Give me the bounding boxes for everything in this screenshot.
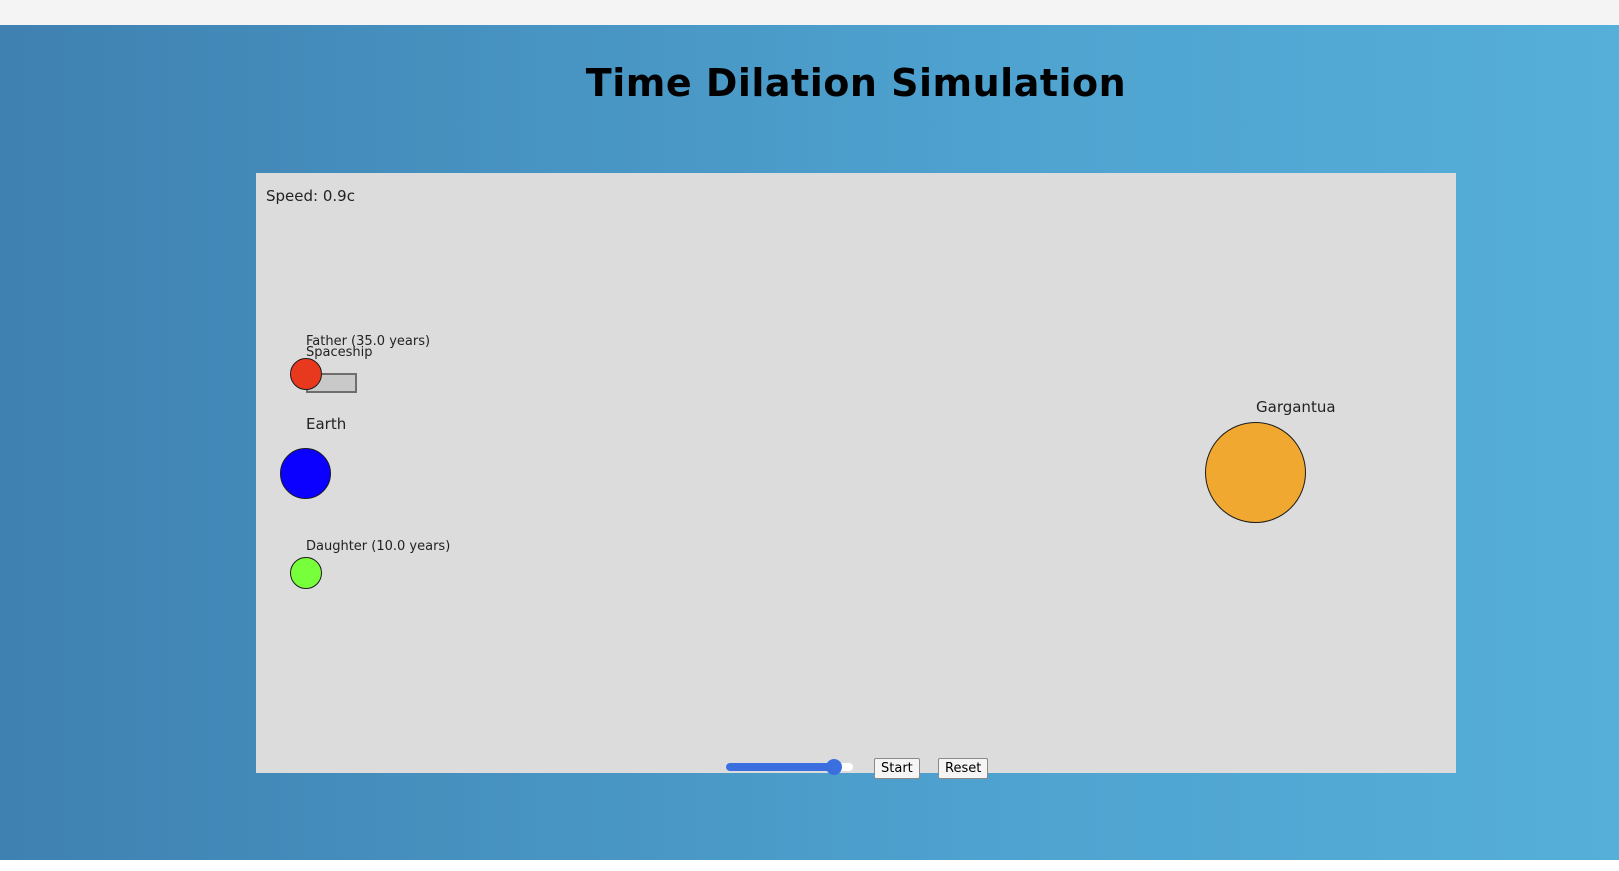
gargantua-circle <box>1205 422 1306 523</box>
earth-label: Earth <box>306 415 347 433</box>
reset-button[interactable]: Reset <box>938 758 989 779</box>
simulation-canvas: Speed: 0.9c Father (35.0 years) Spaceshi… <box>256 173 1456 773</box>
start-button[interactable]: Start <box>874 758 920 779</box>
slider-fill <box>726 763 834 771</box>
speed-slider[interactable] <box>726 758 853 776</box>
page-background: Time Dilation Simulation Speed: 0.9c Fat… <box>0 25 1619 860</box>
gargantua-label: Gargantua <box>1256 398 1336 416</box>
father-circle <box>290 358 322 390</box>
earth-circle <box>280 448 331 499</box>
speed-readout: Speed: 0.9c <box>266 187 355 205</box>
daughter-circle <box>290 557 322 589</box>
spaceship-label: Spaceship <box>306 345 373 360</box>
slider-thumb[interactable] <box>825 759 842 775</box>
daughter-label: Daughter (10.0 years) <box>306 539 451 554</box>
page-title: Time Dilation Simulation <box>585 61 1127 105</box>
browser-top-strip <box>0 0 1619 25</box>
